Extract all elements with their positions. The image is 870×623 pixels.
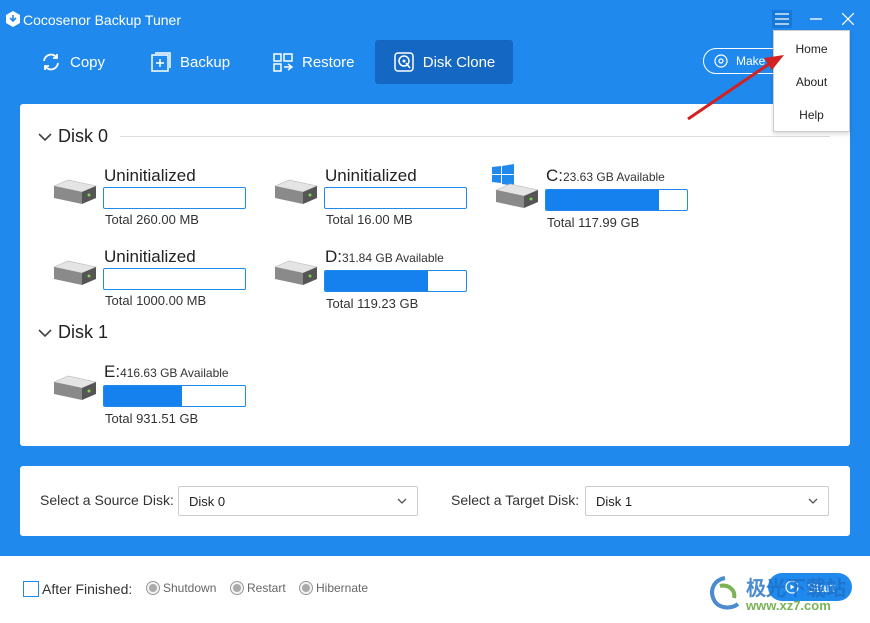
partition-total: Total 117.99 GB [547,215,640,230]
shutdown-radio[interactable]: Shutdown [146,581,216,595]
minimize-button[interactable] [806,10,826,28]
menu-item-help[interactable]: Help [774,108,849,122]
chevron-down-icon [38,132,52,141]
disk-clone-icon [393,52,414,72]
source-disk-label: Select a Source Disk: [40,492,174,508]
partition-available: 416.63 GB Available [120,366,229,380]
usage-bar [103,187,246,209]
radio-dot [146,581,160,595]
menu-button[interactable] [772,10,792,28]
partition-name: Uninitialized [104,247,196,266]
watermark-title: 极光下载站 [746,578,846,600]
partition-item[interactable]: Uninitialized Total 1000.00 MB [50,247,250,311]
menu-item-home[interactable]: Home [774,42,849,56]
partition-item[interactable]: Uninitialized Total 16.00 MB [271,166,471,230]
disk-1-header[interactable]: Disk 1 [38,322,108,343]
disk-0-label: Disk 0 [58,126,109,146]
close-button[interactable] [838,10,858,28]
add-box-icon [151,52,171,72]
restore-label: Restore [302,53,355,71]
disk-0-header[interactable]: Disk 0 [38,126,108,147]
usage-bar [103,385,246,407]
disks-panel: Disk 0 Uninitialized Total 260.00 MB Uni… [20,104,850,446]
hard-drive-icon [274,260,318,285]
copy-button[interactable]: Copy [30,40,115,84]
disk-clone-button[interactable]: Disk Clone [375,40,513,84]
app-logo-icon [6,11,20,27]
target-disk-value: Disk 1 [596,493,633,509]
partition-item[interactable]: Uninitialized Total 260.00 MB [50,166,250,230]
toolbar: Copy Backup Restore Disk Clone Make [0,38,870,86]
source-disk-value: Disk 0 [189,493,226,509]
hibernate-label: Hibernate [316,581,369,595]
disk-select-panel: Select a Source Disk: Disk 0 Select a Ta… [20,466,850,536]
sync-icon [43,53,59,71]
backup-label: Backup [180,53,231,71]
divider [120,136,830,137]
restore-button[interactable]: Restore [262,40,365,84]
disk-clone-label: Disk Clone [422,53,496,71]
usage-fill [325,271,428,291]
target-disk-select[interactable]: Disk 1 [585,486,829,516]
after-finished-label: After Finished: [42,581,133,597]
partition-name: Uninitialized [104,166,196,185]
partition-item[interactable]: D:31.84 GB Available Total 119.23 GB [271,247,471,311]
hard-drive-icon [53,375,97,400]
chevron-down-icon [808,498,818,504]
menu-item-about[interactable]: About [774,75,849,89]
shutdown-label: Shutdown [163,581,217,595]
partition-available: 31.84 GB Available [342,251,444,265]
partition-name: E: [104,362,121,381]
close-icon [842,13,854,25]
watermark-url: www.xz7.com [746,598,831,613]
after-finished-checkbox[interactable] [23,581,39,597]
restart-label: Restart [247,581,286,595]
radio-dot [230,581,244,595]
source-disk-select[interactable]: Disk 0 [178,486,418,516]
partition-item[interactable]: C:23.63 GB Available Total 117.99 GB [492,164,692,230]
hibernate-radio[interactable]: Hibernate [299,581,368,595]
target-disk-label: Select a Target Disk: [451,492,580,508]
partition-name: Uninitialized [325,166,417,185]
copy-label: Copy [70,53,106,71]
hard-drive-icon [274,179,318,204]
usage-bar [545,189,688,211]
restore-icon [273,53,294,72]
partition-total: Total 1000.00 MB [105,293,207,308]
hard-drive-icon [53,260,97,285]
hard-drive-icon [53,179,97,204]
partition-total: Total 260.00 MB [105,212,199,227]
make-label: Make [736,54,766,68]
minimize-icon [810,18,822,20]
usage-fill [546,190,659,210]
usage-bar [103,268,246,290]
restart-radio[interactable]: Restart [230,581,286,595]
partition-total: Total 931.51 GB [105,411,199,426]
usage-fill [104,386,182,406]
usage-bar [324,270,467,292]
hard-drive-icon [495,183,539,208]
partition-total: Total 16.00 MB [326,212,413,227]
chevron-down-icon [397,498,407,504]
backup-button[interactable]: Backup [140,40,240,84]
disc-icon [714,54,728,68]
app-title: Cocosenor Backup Tuner [23,12,181,28]
partition-name: C: [546,166,563,185]
usage-bar [324,187,467,209]
partition-name: D: [325,247,342,266]
main-menu-dropdown: Home About Help [773,30,850,132]
radio-dot [299,581,313,595]
chevron-down-icon [38,328,52,337]
partition-total: Total 119.23 GB [326,296,419,311]
watermark-logo-icon [710,576,740,610]
watermark: 极光下载站 www.xz7.com [706,570,866,620]
partition-available: 23.63 GB Available [563,170,665,184]
partition-item[interactable]: E:416.63 GB Available Total 931.51 GB [50,362,250,426]
disk-1-label: Disk 1 [58,322,109,342]
hamburger-icon [775,13,789,25]
title-bar: Cocosenor Backup Tuner [0,0,870,38]
